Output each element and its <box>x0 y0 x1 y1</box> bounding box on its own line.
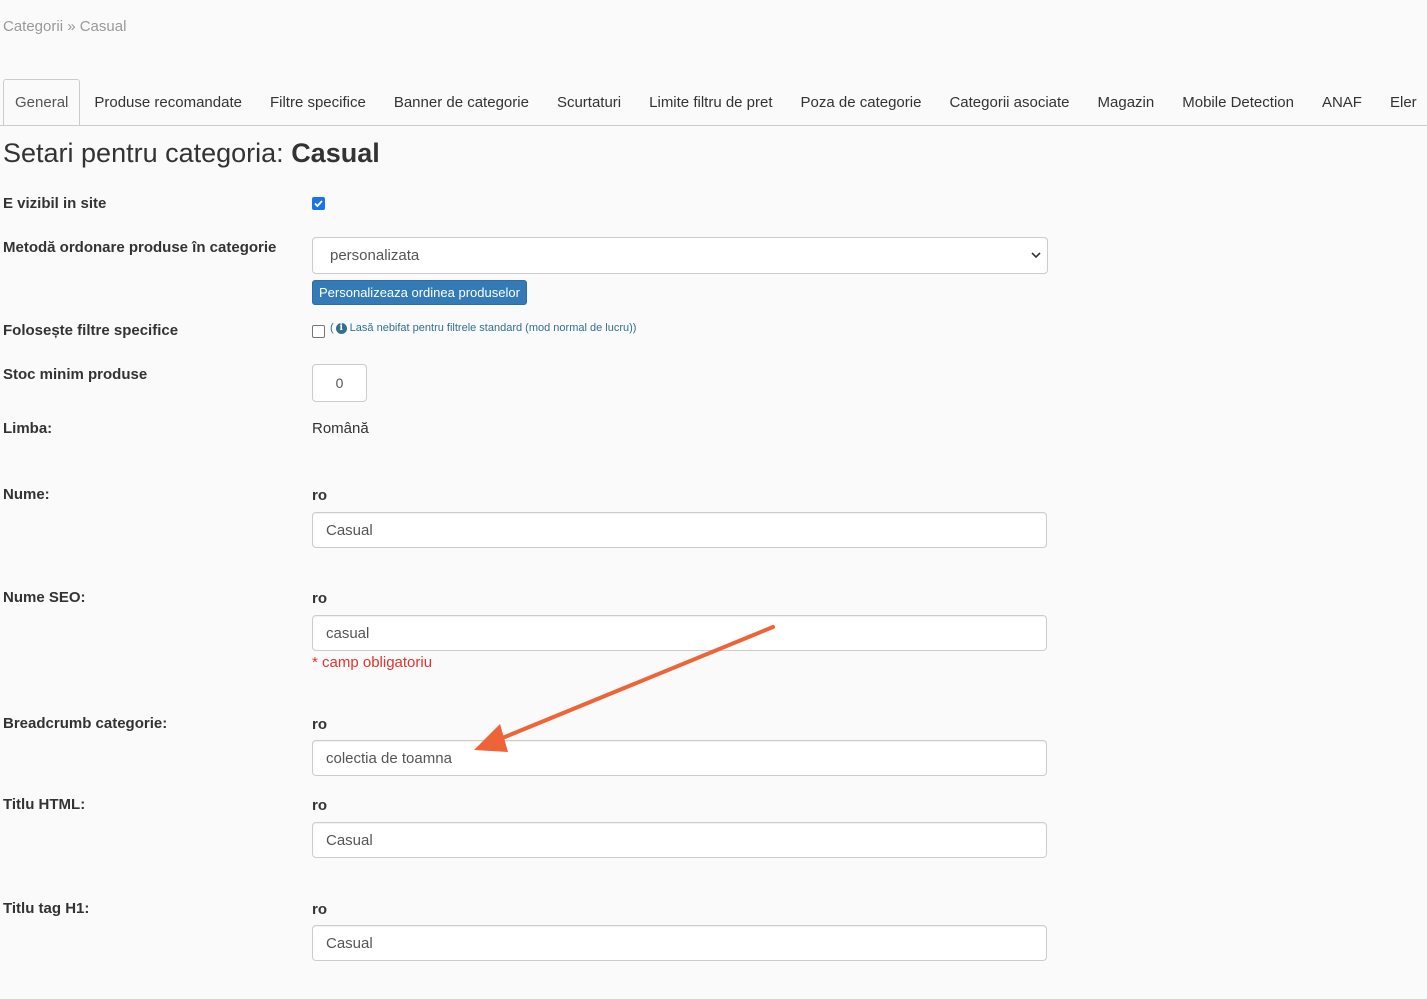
name-input[interactable] <box>312 512 1047 548</box>
tab-general[interactable]: General <box>3 79 81 125</box>
seo-name-lang-code: ro <box>312 590 327 607</box>
language-label: Limba: <box>3 420 53 437</box>
sort-method-select[interactable]: personalizata <box>312 237 1048 274</box>
page-title-category: Casual <box>291 138 380 168</box>
name-lang-code: ro <box>312 487 327 504</box>
html-title-label: Titlu HTML: <box>3 796 86 813</box>
tab-banner-de-categorie[interactable]: Banner de categorie <box>380 79 543 125</box>
name-label: Nume: <box>3 486 50 503</box>
seo-name-label: Nume SEO: <box>3 589 86 606</box>
customize-order-button[interactable]: Personalizeaza ordinea produselor <box>312 280 527 305</box>
tab-magazin[interactable]: Magazin <box>1084 79 1169 125</box>
tab-anaf[interactable]: ANAF <box>1308 79 1376 125</box>
tab-filtre-specifice[interactable]: Filtre specifice <box>256 79 380 125</box>
tab-limite-filtru-de-pret[interactable]: Limite filtru de pret <box>635 79 786 125</box>
chevron-down-icon <box>1025 252 1047 259</box>
specific-filters-label: Folosește filtre specifice <box>3 322 179 339</box>
tab-elements-truncated[interactable]: Eler <box>1376 79 1427 125</box>
h1-title-lang-code: ro <box>312 901 327 918</box>
tab-categorii-asociate[interactable]: Categorii asociate <box>935 79 1083 125</box>
tab-scurtaturi[interactable]: Scurtaturi <box>543 79 635 125</box>
breadcrumb-category-lang-code: ro <box>312 716 327 733</box>
visible-label: E vizibil in site <box>3 195 107 212</box>
checkmark-icon <box>314 200 323 208</box>
breadcrumb-current: Casual <box>79 18 127 35</box>
tab-poza-de-categorie[interactable]: Poza de categorie <box>787 79 936 125</box>
seo-name-input[interactable] <box>312 615 1047 651</box>
hint-text: Lasă nebifat pentru filtrele standard (m… <box>349 322 637 334</box>
hint-open-paren: ( <box>330 322 334 334</box>
language-value: Română <box>312 420 369 437</box>
page-title: Setari pentru categoria: Casual <box>3 138 380 169</box>
category-settings-page: Categorii » Casual General Produse recom… <box>0 0 1427 999</box>
breadcrumb-category-input[interactable] <box>312 740 1047 776</box>
h1-title-input[interactable] <box>312 925 1047 961</box>
info-icon: i <box>335 322 347 334</box>
html-title-input[interactable] <box>312 822 1047 858</box>
tab-bar: General Produse recomandate Filtre speci… <box>0 79 1427 126</box>
breadcrumb: Categorii » Casual <box>3 18 126 35</box>
sort-method-label: Metodă ordonare produse în categorie <box>3 239 277 256</box>
h1-title-label: Titlu tag H1: <box>3 900 90 917</box>
breadcrumb-separator: » <box>67 18 76 35</box>
sort-method-value: personalizata <box>330 247 420 264</box>
required-field-note: * camp obligatoriu <box>312 654 433 671</box>
min-stock-input[interactable] <box>312 364 367 402</box>
min-stock-label: Stoc minim produse <box>3 366 148 383</box>
tab-mobile-detection[interactable]: Mobile Detection <box>1168 79 1308 125</box>
tab-produse-recomandate[interactable]: Produse recomandate <box>80 79 256 125</box>
specific-filters-hint: ( i Lasă nebifat pentru filtrele standar… <box>330 322 636 334</box>
visible-checkbox[interactable] <box>312 197 325 210</box>
html-title-lang-code: ro <box>312 797 327 814</box>
breadcrumb-link-categorii[interactable]: Categorii <box>3 18 63 35</box>
breadcrumb-category-label: Breadcrumb categorie: <box>3 715 168 732</box>
page-title-prefix: Setari pentru categoria: <box>3 138 284 168</box>
specific-filters-checkbox[interactable] <box>312 325 325 338</box>
